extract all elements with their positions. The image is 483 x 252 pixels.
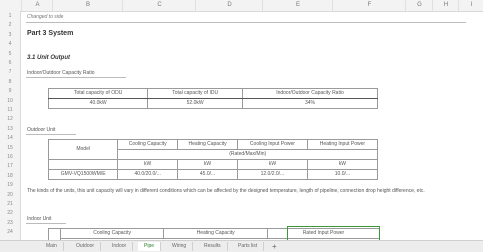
row-header[interactable]: 18: [0, 173, 20, 179]
outdoor-table-model-header[interactable]: Model: [47, 139, 119, 160]
indoor-unit-label: Indoor Unit: [27, 216, 52, 222]
sheet-tab[interactable]: Indoor: [106, 242, 134, 251]
row-header[interactable]: 19: [0, 182, 20, 188]
outdoor-table-unit[interactable]: kW: [237, 159, 308, 170]
row-header[interactable]: 11: [0, 107, 20, 113]
row-header[interactable]: 7: [0, 69, 20, 75]
ratio-table-cell[interactable]: 40.0kW: [47, 98, 149, 109]
row-header[interactable]: 12: [0, 116, 20, 122]
ratio-label: Indoor/Outdoor Capacity Ratio: [27, 70, 95, 76]
row-header[interactable]: 5: [0, 51, 20, 57]
column-header[interactable]: F: [332, 0, 406, 11]
outdoor-table-header[interactable]: Heating Capacity: [177, 139, 239, 150]
row-header[interactable]: 20: [0, 192, 20, 198]
column-header[interactable]: H: [432, 0, 459, 11]
row-header[interactable]: 16: [0, 154, 20, 160]
row-header-bar: 1 2 3 4 5 6 7 8 9 10 11 12 13 14 15 16 17 18 19 20 21 22 23 24: [0, 11, 21, 240]
outdoor-table-cell[interactable]: 40.0/20.0/...: [117, 169, 179, 180]
divider-line: [26, 22, 466, 23]
ratio-table-header[interactable]: Indoor/Outdoor Capacity Ratio: [241, 88, 379, 99]
row-header[interactable]: 6: [0, 60, 20, 66]
divider-line: [26, 223, 66, 224]
row-header[interactable]: 2: [0, 22, 20, 28]
indoor-table-blank[interactable]: [47, 228, 62, 240]
column-header[interactable]: B: [52, 0, 123, 11]
ratio-table-cell[interactable]: 34%: [241, 98, 379, 109]
outdoor-table-unit[interactable]: kW: [117, 159, 179, 170]
row-header[interactable]: 21: [0, 201, 20, 207]
cell-selection-outline: [287, 226, 380, 240]
row-header[interactable]: 1: [0, 13, 20, 19]
divider-line: [26, 77, 126, 78]
section-title: 3.1 Unit Output: [27, 55, 70, 61]
row-header[interactable]: 22: [0, 210, 20, 216]
sheet-tab[interactable]: Results: [198, 242, 228, 251]
outdoor-table-model-cell[interactable]: GMV-VQ1500WM/E: [47, 169, 119, 180]
row-header[interactable]: 9: [0, 88, 20, 94]
add-sheet-button[interactable]: +: [272, 242, 277, 251]
outdoor-table-cell[interactable]: 12.0/2.0/...: [237, 169, 308, 180]
outdoor-table-cell[interactable]: 10.0/...: [306, 169, 379, 180]
part-title: Part 3 System: [27, 30, 74, 37]
outdoor-unit-table: Model Cooling Capacity Heating Capacity Coo…: [47, 139, 379, 180]
sheet-tab[interactable]: Parts list: [232, 242, 265, 251]
sheet-tab[interactable]: Wiring: [166, 242, 194, 251]
row-header[interactable]: 24: [0, 229, 20, 235]
header-text: Changed to side: [27, 14, 64, 20]
column-header[interactable]: C: [122, 0, 196, 11]
sheet-tab[interactable]: Main: [40, 242, 64, 251]
ratio-table-header[interactable]: Total capacity of ODU: [47, 88, 149, 99]
divider-line: [26, 134, 76, 135]
row-header[interactable]: 8: [0, 79, 20, 85]
outdoor-table-header[interactable]: Cooling Input Power: [237, 139, 308, 150]
outdoor-table-header[interactable]: Cooling Capacity: [117, 139, 179, 150]
column-header[interactable]: I: [458, 0, 483, 11]
row-header[interactable]: 10: [0, 98, 20, 104]
worksheet-canvas[interactable]: Changed to side Part 3 System 3.1 Unit Out…: [21, 11, 483, 240]
row-header[interactable]: 23: [0, 220, 20, 226]
row-header[interactable]: 3: [0, 32, 20, 38]
outdoor-table-header[interactable]: Heating Input Power: [306, 139, 379, 150]
ratio-table-header[interactable]: Total capacity of IDU: [147, 88, 243, 99]
sheet-tab[interactable]: Pipe: [138, 242, 162, 251]
outdoor-table-subheader[interactable]: (Rated/Max/Min): [117, 149, 378, 160]
sheet-tab-bar: Main Outdoor Indoor Pipe Wiring Results Parts …: [0, 240, 483, 252]
row-header[interactable]: 14: [0, 135, 20, 141]
column-header[interactable]: G: [405, 0, 433, 11]
indoor-table-header[interactable]: Cooling Capacity: [60, 228, 165, 239]
row-header[interactable]: 4: [0, 41, 20, 47]
outdoor-table-unit[interactable]: kW: [177, 159, 239, 170]
outdoor-table-blank[interactable]: [47, 159, 119, 170]
row-header[interactable]: 13: [0, 126, 20, 132]
sheet-tab[interactable]: Outdoor: [70, 242, 102, 251]
ratio-table: Total capacity of ODU Total capacity of I…: [47, 88, 379, 109]
column-header[interactable]: E: [262, 0, 333, 11]
note-text: The kinds of the units, this unit capaci…: [27, 188, 425, 194]
outdoor-table-unit[interactable]: kW: [306, 159, 379, 170]
column-header[interactable]: D: [195, 0, 263, 11]
row-header[interactable]: 15: [0, 145, 20, 151]
row-header[interactable]: 17: [0, 163, 20, 169]
outdoor-table-cell[interactable]: 45.0/...: [177, 169, 239, 180]
column-header[interactable]: A: [21, 0, 53, 11]
ratio-table-cell[interactable]: 52.0kW: [147, 98, 243, 109]
indoor-table-header[interactable]: Heating Capacity: [163, 228, 269, 239]
outdoor-unit-label: Outdoor Unit: [27, 127, 56, 133]
